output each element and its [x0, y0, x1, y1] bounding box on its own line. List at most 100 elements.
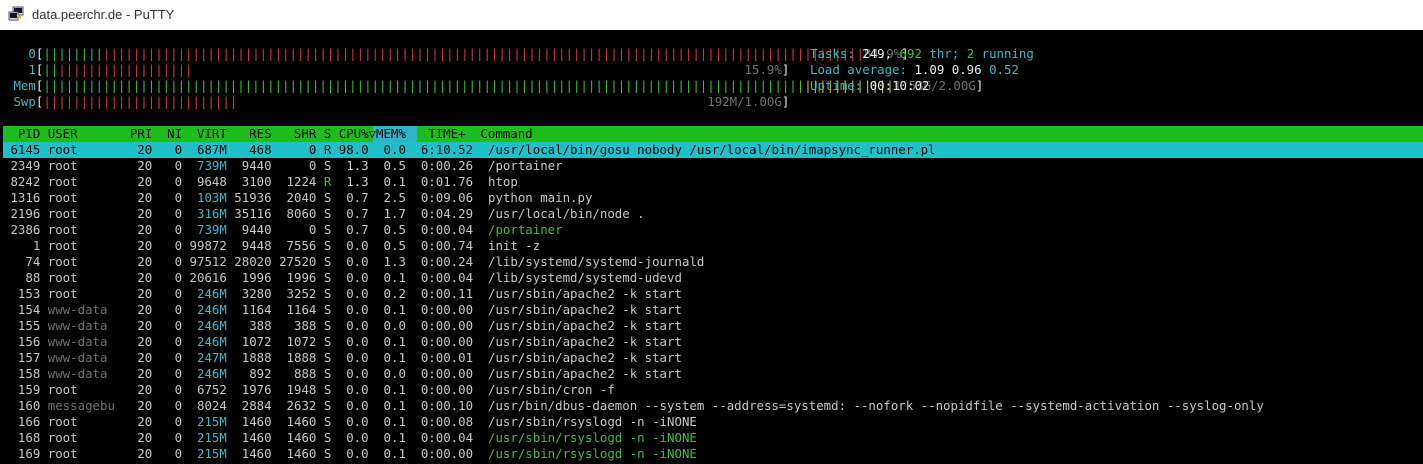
shr-cell: 0 [279, 158, 324, 173]
table-row[interactable]: 166 root 20 0 215M 1460 1460 S 0.0 0.1 0… [3, 414, 697, 430]
table-row[interactable]: 160 messagebu 20 0 8024 2884 2632 S 0.0 … [3, 398, 1264, 414]
meter-bar-red: |||||||||||||||||||||||||| [43, 94, 238, 109]
pri-cell: 20 [122, 254, 160, 269]
shr-cell: 3252 [279, 286, 324, 301]
mem-cell: 0.1 [376, 398, 414, 413]
pid-cell: 158 [3, 366, 48, 381]
user-cell: www-data [47, 366, 123, 381]
ni-cell: 0 [159, 222, 190, 237]
load-line: Load average: 1.09 0.96 0.52 [810, 62, 1019, 78]
user-cell: root [47, 286, 123, 301]
cpu-cell: 0.0 [338, 414, 377, 429]
table-row[interactable]: 2349 root 20 0 739M 9440 0 S 1.3 0.5 0:0… [3, 158, 562, 174]
pid-cell: 166 [3, 414, 48, 429]
table-row[interactable]: 8242 root 20 0 9648 3100 1224 R 1.3 0.1 … [3, 174, 517, 190]
table-row[interactable]: 1 root 20 0 99872 9448 7556 S 0.0 0.5 0:… [3, 238, 540, 254]
res-cell: 1996 [234, 270, 280, 285]
res-cell: 1072 [234, 334, 280, 349]
window-title: data.peerchr.de - PuTTY [32, 7, 175, 22]
pri-cell: 20 [122, 142, 160, 157]
time-cell: 0:00.11 [413, 286, 488, 301]
time-cell: 0:00.04 [413, 222, 488, 237]
table-row[interactable]: 2386 root 20 0 739M 9440 0 S 0.7 0.5 0:0… [3, 222, 563, 238]
table-row[interactable]: 2196 root 20 0 316M 35116 8060 S 0.7 1.7… [3, 206, 644, 222]
mem-cell: 0.1 [376, 302, 414, 317]
pri-cell: 20 [122, 158, 160, 173]
cpu-cell: 0.0 [338, 350, 377, 365]
command-cell: /usr/sbin/rsyslogd -n -iNONE [487, 430, 697, 445]
mem-cell: 0.1 [376, 270, 414, 285]
load-5: 0.96 [951, 62, 990, 77]
table-row[interactable]: 158 www-data 20 0 246M 892 888 S 0.0 0.0… [3, 366, 682, 382]
virt-cell: 247M [189, 350, 235, 365]
user-cell: www-data [47, 350, 123, 365]
cpu-cell: 1.3 [338, 158, 377, 173]
meter-bar-red: ||||||||||||||||||||||||||||||||||||||||… [103, 46, 864, 61]
meter-bar-green: |||||||| [43, 46, 103, 61]
meter-bar-green: || [43, 62, 59, 77]
pri-cell: 20 [122, 174, 160, 189]
shr-cell: 0 [279, 142, 324, 157]
table-row[interactable]: 154 www-data 20 0 246M 1164 1164 S 0.0 0… [3, 302, 682, 318]
mem-cell: 0.0 [376, 318, 414, 333]
pid-cell: 155 [3, 318, 48, 333]
state-cell: S [323, 286, 339, 301]
table-row[interactable]: 159 root 20 0 6752 1976 1948 S 0.0 0.1 0… [3, 382, 615, 398]
res-cell: 1888 [234, 350, 280, 365]
pri-cell: 20 [122, 190, 160, 205]
mem-cell: 0.1 [376, 382, 414, 397]
command-cell: /usr/sbin/apache2 -k start [487, 302, 682, 317]
meter-label: Swp [6, 94, 36, 109]
user-cell: root [47, 222, 123, 237]
table-row[interactable]: 157 www-data 20 0 247M 1888 1888 S 0.0 0… [3, 350, 682, 366]
table-row[interactable]: 74 root 20 0 97512 28020 27520 S 0.0 1.3… [3, 254, 704, 270]
terminal-area[interactable]: 0[||||||||||||||||||||||||||||||||||||||… [0, 30, 1423, 464]
command-cell: init -z [487, 238, 541, 253]
meter-row: 1[|||||||||||||||||||| 15.9%] [6, 62, 789, 78]
user-cell: root [47, 142, 123, 157]
command-cell: /portainer [487, 222, 563, 237]
pri-cell: 20 [122, 446, 160, 461]
table-header-text: PID USER PRI NI VIRT RES SHR S CPU%▽MEM%… [3, 126, 533, 141]
state-cell: S [323, 270, 339, 285]
shr-cell: 1948 [279, 382, 324, 397]
uptime-value: 00:10:02 [869, 78, 930, 93]
table-row[interactable]: 168 root 20 0 215M 1460 1460 S 0.0 0.1 0… [3, 430, 697, 446]
mem-cell: 0.5 [376, 158, 414, 173]
virt-cell: 9648 [189, 174, 235, 189]
time-cell: 0:00.74 [413, 238, 488, 253]
state-cell: S [323, 414, 339, 429]
meter-label: Mem [6, 78, 36, 93]
selected-row[interactable]: 6145 root 20 0 687M 468 0 R 98.0 0.0 6:1… [3, 142, 1423, 158]
res-cell: 2884 [234, 398, 280, 413]
table-row[interactable]: 155 www-data 20 0 246M 388 388 S 0.0 0.0… [3, 318, 682, 334]
table-row[interactable]: 156 www-data 20 0 246M 1072 1072 S 0.0 0… [3, 334, 682, 350]
pid-cell: 168 [3, 430, 48, 445]
mem-cell: 0.2 [376, 286, 414, 301]
pid-cell: 153 [3, 286, 48, 301]
table-row[interactable]: 169 root 20 0 215M 1460 1460 S 0.0 0.1 0… [3, 446, 697, 462]
table-header[interactable]: PID USER PRI NI VIRT RES SHR S CPU%▽MEM%… [3, 126, 1423, 142]
running-label: running [974, 46, 1034, 61]
pri-cell: 20 [122, 206, 160, 221]
ni-cell: 0 [159, 398, 190, 413]
user-cell: root [47, 238, 123, 253]
table-row[interactable]: 1316 root 20 0 103M 51936 2040 S 0.7 2.5… [3, 190, 592, 206]
table-row[interactable]: 88 root 20 0 20616 1996 1996 S 0.0 0.1 0… [3, 270, 682, 286]
table-row[interactable]: 6145 root 20 0 687M 468 0 R 98.0 0.0 6:1… [3, 142, 935, 158]
ni-cell: 0 [159, 446, 190, 461]
table-row[interactable]: 153 root 20 0 246M 3280 3252 S 0.0 0.2 0… [3, 286, 682, 302]
command-cell: /usr/bin/dbus-daemon --system --address=… [487, 398, 1264, 413]
title-bar[interactable]: data.peerchr.de - PuTTY [0, 0, 1423, 30]
shr-cell: 27520 [279, 254, 324, 269]
cpu-cell: 0.0 [338, 286, 377, 301]
state-cell: S [323, 222, 339, 237]
cpu-cell: 0.0 [338, 366, 377, 381]
pri-cell: 20 [122, 398, 160, 413]
state-cell: S [323, 446, 339, 461]
shr-cell: 1072 [279, 334, 324, 349]
mem-cell: 0.1 [376, 174, 414, 189]
virt-cell: 246M [189, 366, 235, 381]
res-cell: 468 [234, 142, 280, 157]
pid-cell: 6145 [3, 142, 48, 157]
